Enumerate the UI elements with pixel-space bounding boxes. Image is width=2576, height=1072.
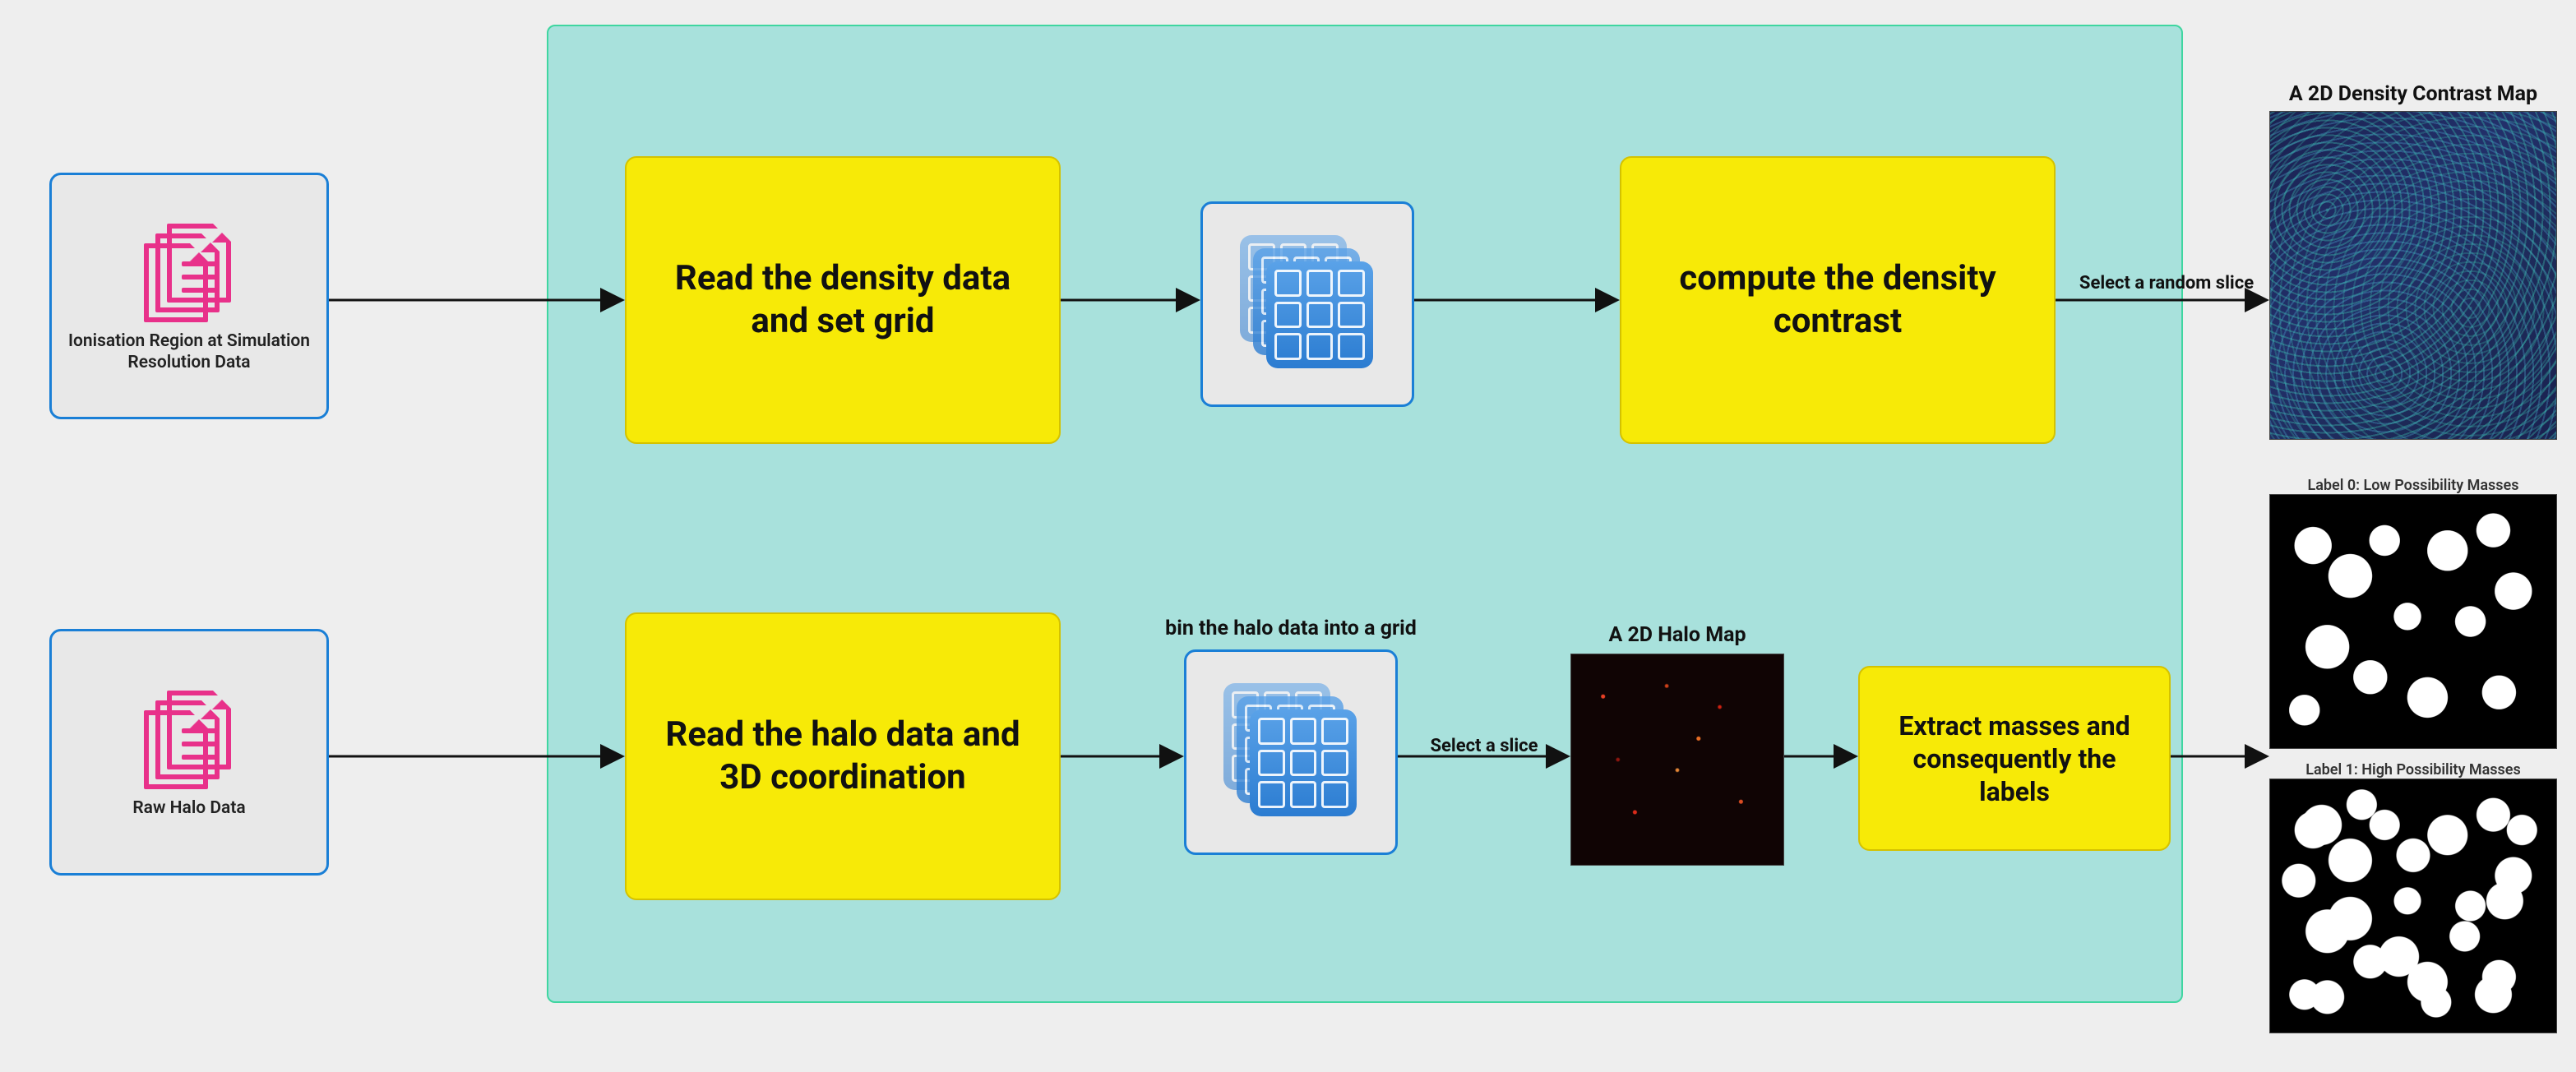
process-extract-masses-label: Extract masses and consequently the labe… — [1885, 709, 2144, 808]
arrow-label-select-random-slice: Select a random slice — [2064, 273, 2269, 293]
process-extract-masses: Extract masses and consequently the labe… — [1858, 666, 2171, 851]
process-read-density-label: Read the density data and set grid — [651, 257, 1034, 344]
documents-icon — [144, 691, 234, 789]
process-compute-contrast: compute the density contrast — [1620, 156, 2056, 444]
input-ionisation-caption: Ionisation Region at Simulation Resoluti… — [60, 330, 318, 374]
caption-halo-map: A 2D Halo Map — [1570, 623, 1784, 647]
label1-image — [2269, 779, 2557, 1033]
caption-bin-halo: bin the halo data into a grid — [1135, 617, 1447, 640]
process-read-halo-label: Read the halo data and 3D coordination — [651, 714, 1034, 800]
caption-label0: Label 0: Low Possibility Masses — [2269, 477, 2557, 494]
process-compute-contrast-label: compute the density contrast — [1646, 257, 2029, 344]
process-read-halo: Read the halo data and 3D coordination — [625, 612, 1061, 900]
input-halo-caption: Raw Halo Data — [132, 797, 245, 819]
cube-stack-icon — [1217, 678, 1365, 826]
input-ionisation-data: Ionisation Region at Simulation Resoluti… — [49, 173, 329, 419]
input-raw-halo-data: Raw Halo Data — [49, 629, 329, 876]
process-read-density: Read the density data and set grid — [625, 156, 1061, 444]
documents-icon — [144, 224, 234, 322]
halo-grid-cube — [1184, 649, 1398, 855]
caption-label1: Label 1: High Possibility Masses — [2269, 761, 2557, 779]
output-halo-map — [1570, 654, 1784, 866]
cube-stack-icon — [1233, 230, 1381, 378]
output-label-maps: Label 0: Low Possibility Masses Label 1:… — [2269, 477, 2557, 1044]
output-density-contrast-map — [2269, 111, 2557, 440]
label0-image — [2269, 494, 2557, 749]
caption-density-map: A 2D Density Contrast Map — [2269, 82, 2557, 106]
arrow-label-select-slice: Select a slice — [1410, 736, 1558, 756]
density-grid-cube — [1200, 201, 1414, 407]
